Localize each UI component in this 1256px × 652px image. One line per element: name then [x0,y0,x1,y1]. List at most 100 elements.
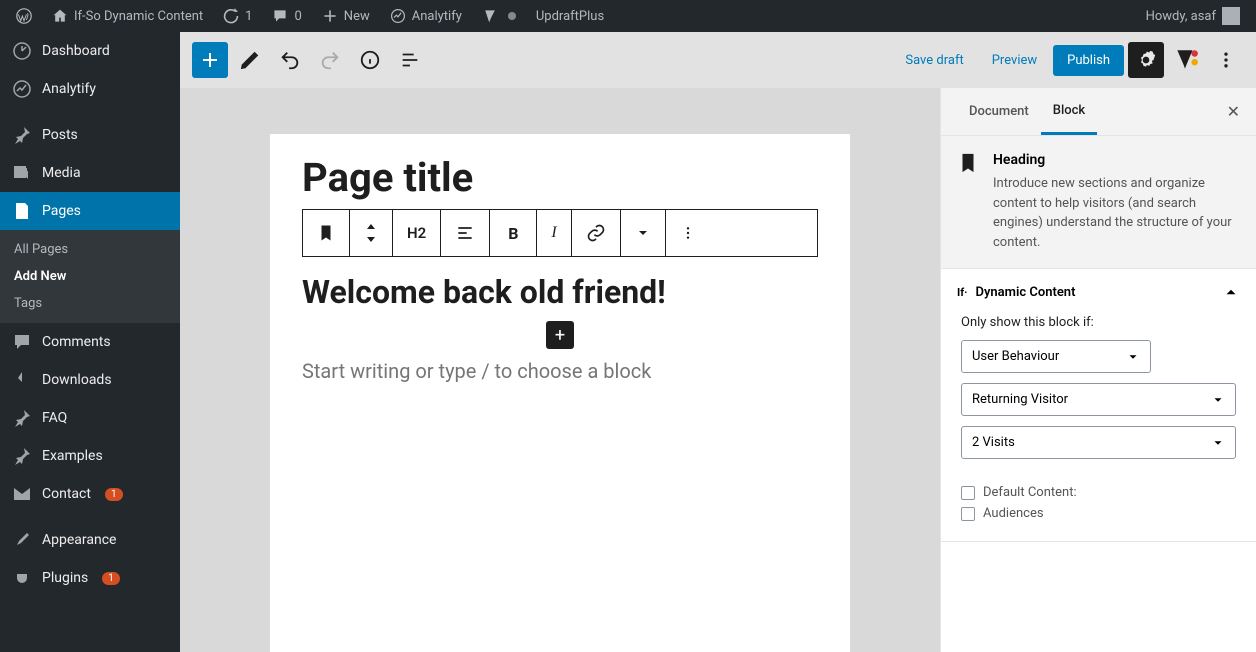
updraft-link[interactable]: UpdraftPlus [528,0,612,32]
more-rich-text-button[interactable] [621,210,666,256]
editor-canvas-area[interactable]: Page title H2 B I Welcome back old frien… [180,88,940,652]
ifso-logo-icon: If· [957,286,967,299]
user-account-link[interactable]: Howdy, asaf [1138,0,1248,32]
settings-inspector: Document Block ✕ Heading Introduce new s… [940,88,1256,652]
count-badge: 1 [105,488,123,501]
undo-button[interactable] [272,42,308,78]
plug-icon [12,568,32,588]
sidebar-item-media[interactable]: Media [0,154,180,192]
chevron-down-icon [635,225,651,241]
block-type-button[interactable] [303,210,350,256]
comment-icon [12,332,32,352]
link-button[interactable] [572,210,621,256]
home-icon [52,8,68,24]
bookmark-icon [957,152,981,176]
submenu-tags[interactable]: Tags [0,290,180,317]
sidebar-item-comments[interactable]: Comments [0,323,180,361]
condition-type-select[interactable]: User Behaviour [961,340,1151,373]
edit-mode-button[interactable] [232,42,268,78]
pin-icon [12,446,32,466]
sidebar-item-plugins[interactable]: Plugins1 [0,559,180,597]
move-block-button[interactable] [350,210,393,256]
dynamic-content-section: If·Dynamic Content Only show this block … [941,269,1256,542]
download-icon [12,370,32,390]
user-avatar-icon [1222,7,1240,25]
sidebar-item-appearance[interactable]: Appearance [0,521,180,559]
site-name-link[interactable]: If-So Dynamic Content [44,0,211,32]
media-icon [12,163,32,183]
bold-button[interactable]: B [490,210,537,256]
align-button[interactable] [441,210,490,256]
sidebar-item-faq[interactable]: FAQ [0,399,180,437]
italic-button[interactable]: I [537,210,571,256]
sidebar-item-contact[interactable]: Contact1 [0,475,180,513]
yoast-topbar[interactable] [474,0,524,32]
site-name-text: If-So Dynamic Content [74,9,203,24]
sidebar-item-posts[interactable]: Posts [0,116,180,154]
yoast-seo-icon [1173,47,1199,73]
admin-sidebar: Dashboard Analytify Posts Media Pages Al… [0,32,180,652]
info-icon [359,49,381,71]
redo-button[interactable] [312,42,348,78]
tab-block[interactable]: Block [1041,89,1097,135]
heading-block[interactable]: Welcome back old friend! [302,273,818,311]
default-content-checkbox[interactable]: Default Content: [961,485,1236,500]
link-icon [586,223,606,243]
add-block-button[interactable] [192,42,228,78]
pin-icon [12,125,32,145]
mail-icon [12,484,32,504]
dots-vertical-icon [680,225,696,241]
submenu-add-new[interactable]: Add New [0,263,180,290]
outline-button[interactable] [392,42,428,78]
updates-link[interactable]: 1 [215,0,260,32]
sidebar-item-pages[interactable]: Pages [0,192,180,230]
analytify-link[interactable]: Analytify [382,0,470,32]
chevron-down-icon [1211,393,1225,407]
undo-icon [279,49,301,71]
dashboard-icon [12,41,32,61]
checkbox-icon [961,486,975,500]
inspector-tabs: Document Block ✕ [941,88,1256,136]
chevron-down-icon [1126,350,1140,364]
sidebar-item-analytify[interactable]: Analytify [0,70,180,108]
more-options-button[interactable] [1208,42,1244,78]
tab-document[interactable]: Document [957,90,1041,133]
comments-link[interactable]: 0 [264,0,309,32]
chart-icon [390,8,406,24]
sidebar-item-downloads[interactable]: Downloads [0,361,180,399]
insert-block-button[interactable]: + [546,321,574,349]
comment-icon [272,8,288,24]
refresh-icon [223,8,239,24]
pencil-icon [239,49,261,71]
audiences-checkbox[interactable]: Audiences [961,506,1236,521]
block-description-panel: Heading Introduce new sections and organ… [941,136,1256,269]
page-title[interactable]: Page title [302,154,818,201]
info-button[interactable] [352,42,388,78]
condition-behaviour-select[interactable]: Returning Visitor [961,383,1236,416]
dynamic-content-toggle[interactable]: If·Dynamic Content [941,269,1256,315]
sidebar-item-examples[interactable]: Examples [0,437,180,475]
editor-canvas: Page title H2 B I Welcome back old frien… [270,134,850,652]
condition-visits-select[interactable]: 2 Visits [961,426,1236,459]
publish-button[interactable]: Publish [1053,45,1124,76]
wp-logo[interactable] [8,0,40,32]
plus-icon [198,48,222,72]
yoast-button[interactable] [1168,42,1204,78]
bookmark-icon [317,224,335,242]
bold-icon: B [508,224,518,243]
heading-level-button[interactable]: H2 [393,210,441,256]
new-content-link[interactable]: New [314,0,378,32]
list-icon [399,49,421,71]
align-left-icon [455,223,475,243]
preview-link[interactable]: Preview [980,45,1049,76]
close-icon: ✕ [1227,102,1240,121]
block-more-button[interactable] [666,210,710,256]
chevron-down-icon [1211,436,1225,450]
settings-button[interactable] [1128,42,1164,78]
save-draft-link[interactable]: Save draft [893,45,975,76]
block-placeholder[interactable]: Start writing or type / to choose a bloc… [302,359,818,383]
close-inspector-button[interactable]: ✕ [1227,102,1240,121]
sidebar-item-dashboard[interactable]: Dashboard [0,32,180,70]
submenu-all-pages[interactable]: All Pages [0,236,180,263]
checkbox-icon [961,507,975,521]
